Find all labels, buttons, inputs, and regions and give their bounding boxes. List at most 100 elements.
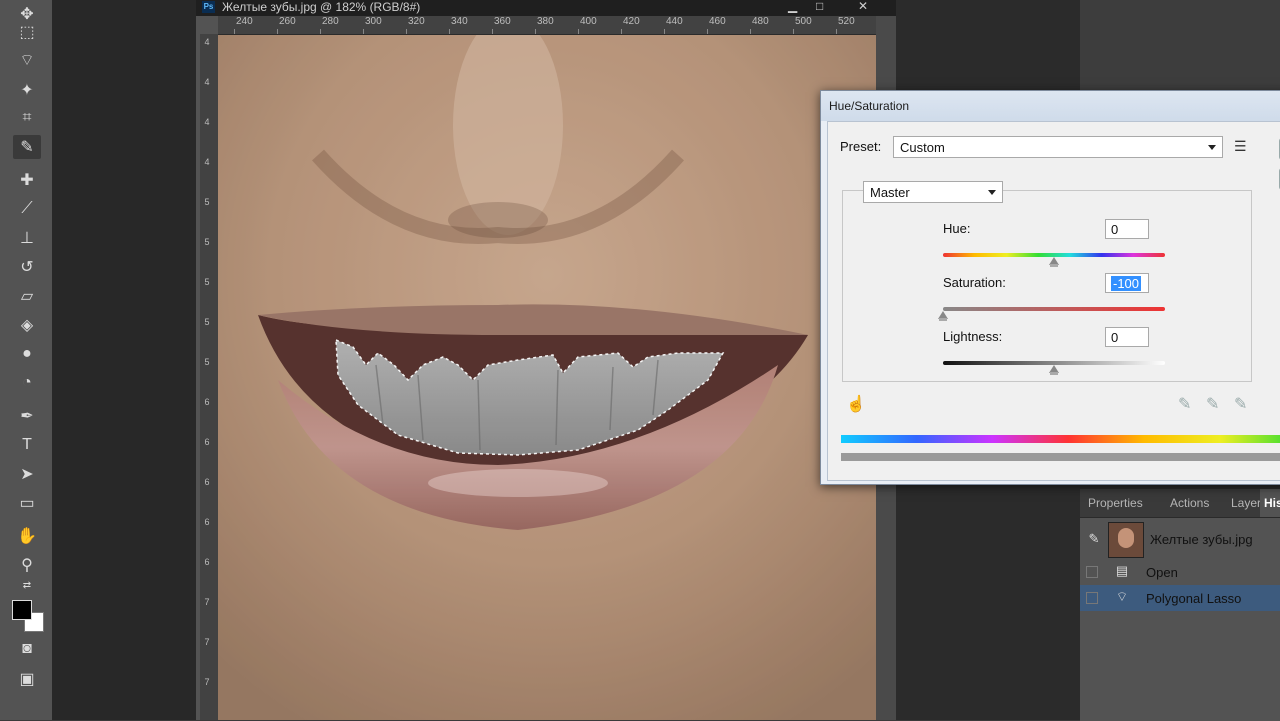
ruler-label: 280 [322,16,339,27]
history-item-label: Open [1146,565,1178,580]
dialog-titlebar[interactable]: Hue/Saturation [821,91,1280,121]
ruler-label: 420 [623,16,640,27]
tab-actions[interactable]: Actions [1170,496,1209,510]
preset-options-icon[interactable]: ☰ [1234,138,1247,155]
channel-dropdown[interactable]: Master [863,181,1003,203]
ruler-tick [449,29,450,34]
history-checkbox[interactable] [1086,566,1098,578]
ruler-tick [406,29,407,34]
document-canvas[interactable] [218,35,876,720]
history-item[interactable]: ▤ Open [1080,559,1280,585]
hue-value: 0 [1111,222,1119,237]
ruler-tick [363,29,364,34]
preset-value: Custom [900,140,945,155]
history-checkbox[interactable] [1086,592,1098,604]
ruler-label: 440 [666,16,683,27]
lightness-slider-thumb[interactable] [1049,365,1059,375]
history-snapshot[interactable]: ✎ Желтые зубы.jpg [1080,519,1280,559]
ruler-label: 6 [204,517,210,527]
magic-wand-icon[interactable]: ✦ [13,78,41,102]
stamp-icon[interactable]: ⊥ [13,226,41,250]
lasso-icon: ⌔ [1115,589,1129,604]
ruler-label: 4 [204,117,210,127]
eyedropper-icon[interactable]: ✎ [13,135,41,159]
targeted-adjustment-hand-icon[interactable]: ☝ [846,394,866,414]
hue-slider-thumb[interactable] [1049,257,1059,267]
ruler-label: 6 [204,437,210,447]
color-bar-bottom [841,453,1280,461]
tools-panel: ✥ ⬚ ⌔ ✦ ⌗ ✎ ✚ ⟋ ⊥ ↺ ▱ ◈ ● ◔ ✒ T ➤ ▭ ✋ ⚲ … [0,0,53,720]
ruler-label: 320 [408,16,425,27]
ruler-label: 5 [204,357,210,367]
tab-history[interactable]: His [1260,489,1280,517]
blur-icon[interactable]: ● [13,342,41,366]
crop-icon[interactable]: ⌗ [13,106,41,130]
screen-mode-icon[interactable]: ▣ [13,667,41,691]
eraser-icon[interactable]: ▱ [13,284,41,308]
photoshop-icon: Ps [202,1,215,13]
ruler-tick [492,29,493,34]
ruler-tick [234,29,235,34]
ruler-label: 5 [204,277,210,287]
ruler-label: 340 [451,16,468,27]
ruler-label: 460 [709,16,726,27]
shape-icon[interactable]: ▭ [13,491,41,515]
hue-input[interactable]: 0 [1105,219,1149,239]
ruler-label: 4 [204,77,210,87]
dodge-icon[interactable]: ◔ [13,371,41,395]
eyedropper-icon[interactable]: ✎ [1178,394,1191,414]
saturation-label: Saturation: [943,275,1006,290]
maximize-icon[interactable]: □ [816,0,823,13]
ruler-tick [664,29,665,34]
ruler-label: 5 [204,237,210,247]
bucket-icon[interactable]: ◈ [13,313,41,337]
saturation-slider-track[interactable] [943,307,1165,311]
history-panel: Properties Actions Layers His ✎ Желтые з… [1080,488,1280,721]
ruler-label: 4 [204,157,210,167]
pen-icon[interactable]: ✒ [13,404,41,428]
lightness-input[interactable]: 0 [1105,327,1149,347]
ruler-label: 5 [204,197,210,207]
history-brush-icon[interactable]: ↺ [13,255,41,279]
ruler-label: 6 [204,397,210,407]
ruler-label: 400 [580,16,597,27]
dialog-title: Hue/Saturation [829,99,910,113]
type-icon[interactable]: T [13,433,41,457]
ruler-tick [535,29,536,34]
path-select-icon[interactable]: ➤ [13,462,41,486]
foreground-color-swatch[interactable] [12,600,32,620]
lasso-icon[interactable]: ⌔ [13,48,41,72]
swap-colors-icon[interactable]: ⇄ [13,578,41,592]
ruler-label: 520 [838,16,855,27]
snapshot-label: Желтые зубы.jpg [1150,532,1253,547]
ruler-label: 480 [752,16,769,27]
channel-value: Master [870,185,910,200]
adjustment-group: Master Hue: 0 Saturation: -100 Lightness… [842,181,1252,382]
quick-mask-icon[interactable]: ◙ [13,637,41,661]
hand-icon[interactable]: ✋ [13,524,41,548]
saturation-input[interactable]: -100 [1105,273,1149,293]
document-title: Желтые зубы.jpg @ 182% (RGB/8#) [222,0,421,14]
ruler-label: 5 [204,317,210,327]
marquee-icon[interactable]: ⬚ [13,20,41,44]
ruler-tick [836,29,837,34]
zoom-icon[interactable]: ⚲ [13,553,41,577]
document-tab[interactable]: Ps Желтые зубы.jpg @ 182% (RGB/8#) ▁ □ ✕ [196,0,896,16]
ruler-label: 7 [204,597,210,607]
healing-icon[interactable]: ✚ [13,168,41,192]
brush-icon[interactable]: ⟋ [13,197,41,221]
ruler-label: 6 [204,557,210,567]
tab-properties[interactable]: Properties [1088,496,1143,510]
minimize-icon[interactable]: ▁ [788,0,797,13]
history-item-selected[interactable]: ⌔ Polygonal Lasso [1080,585,1280,611]
chevron-down-icon [988,190,996,195]
close-icon[interactable]: ✕ [858,0,868,13]
eyedropper-plus-icon[interactable]: ✎ [1206,394,1219,414]
horizontal-ruler: 240 260 280 300 320 340 360 380 400 420 440 460 480 5… [218,16,898,35]
ruler-tick [320,29,321,34]
snapshot-brush-icon[interactable]: ✎ [1086,531,1102,547]
saturation-slider-thumb[interactable] [938,311,948,321]
eyedropper-minus-icon[interactable]: ✎ [1234,394,1247,414]
ruler-label: 6 [204,477,210,487]
preset-dropdown[interactable]: Custom [893,136,1223,158]
